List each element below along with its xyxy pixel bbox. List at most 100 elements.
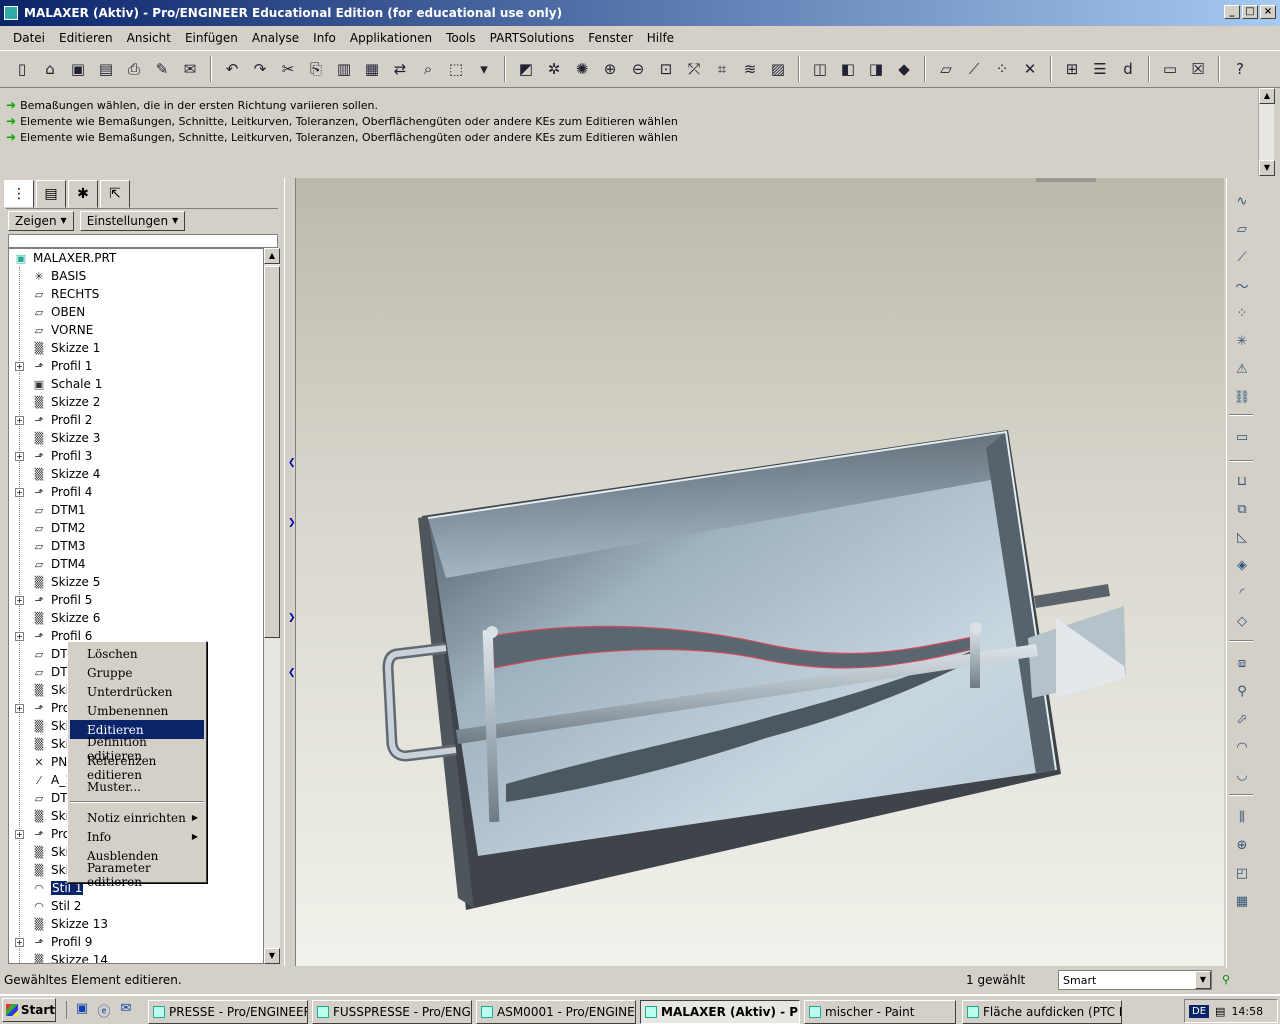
trim-tool-icon[interactable]: ◰ [1231, 862, 1253, 884]
menu-partsolutions[interactable]: PARTSolutions [483, 31, 582, 45]
open-file-icon[interactable]: ⌂ [38, 57, 62, 81]
activate-window-icon[interactable]: ▭ [1158, 57, 1182, 81]
graphics-window[interactable] [296, 178, 1224, 966]
show-dropdown[interactable]: Zeigen ▼ [8, 210, 74, 231]
menu-einfuegen[interactable]: Einfügen [178, 31, 245, 45]
taskbar-button[interactable]: PRESSE - Pro/ENGINEER ... [148, 1000, 308, 1024]
tree-item[interactable]: + ⬏ Profil 2 [9, 411, 263, 429]
chevron-down-icon[interactable]: ▾ [472, 57, 496, 81]
scroll-thumb[interactable] [264, 266, 280, 638]
rib-tool-icon[interactable]: ⚲ [1231, 680, 1253, 702]
tree-item[interactable]: ▒ Skizze 14 [9, 951, 263, 963]
menu-editieren[interactable]: Editieren [52, 31, 120, 45]
tree-item[interactable]: ▒ Skizze 5 [9, 573, 263, 591]
style-tool-icon[interactable]: ◠ [1231, 736, 1253, 758]
save-copy-icon[interactable]: ▤ [94, 57, 118, 81]
redo-icon[interactable]: ↷ [248, 57, 272, 81]
repaint-icon[interactable]: ◩ [514, 57, 538, 81]
expand-icon[interactable]: + [15, 829, 24, 839]
tree-item[interactable]: + ⬏ Profil 4 [9, 483, 263, 501]
regenerate-icon[interactable]: ⇄ [388, 57, 412, 81]
context-menu-item[interactable]: Info ▶ [70, 827, 204, 846]
close-button[interactable]: × [1260, 5, 1276, 19]
message-scrollbar[interactable]: ▲ ▼ [1258, 88, 1275, 176]
tree-item[interactable]: + ⬏ Profil 9 [9, 933, 263, 951]
expand-right-icon[interactable]: ❯ [288, 518, 296, 558]
tree-item[interactable]: ▒ Skizze 6 [9, 609, 263, 627]
zoom-in-icon[interactable]: ⊕ [598, 57, 622, 81]
sketch-tool-icon[interactable]: ∿ [1231, 190, 1253, 212]
datum-axes-icon[interactable]: ⟋ [962, 57, 986, 81]
datum-curve-tool-icon[interactable]: 〜 [1231, 274, 1253, 296]
panel-splitter[interactable]: ❮ ❯ ❯ ❮ [284, 178, 296, 966]
expand-icon[interactable]: + [15, 937, 24, 947]
expand-icon[interactable]: + [15, 415, 24, 425]
menu-analyse[interactable]: Analyse [245, 31, 306, 45]
wireframe-icon[interactable]: ◫ [808, 57, 832, 81]
internet-explorer-icon[interactable]: ⓔ [95, 1001, 113, 1020]
no-hidden-icon[interactable]: ◨ [864, 57, 888, 81]
send-mail-icon[interactable]: ✎ [150, 57, 174, 81]
draft-tool-icon[interactable]: ⬀ [1231, 708, 1253, 730]
taskbar-button[interactable]: FUSSPRESSE - Pro/ENGI... [312, 1000, 472, 1024]
view-manager-icon[interactable]: ▨ [766, 57, 790, 81]
tree-item[interactable]: ▒ Skizze 3 [9, 429, 263, 447]
collapse-left-icon[interactable]: ❮ [288, 668, 296, 708]
datum-point-tool-icon[interactable]: ⁘ [1231, 302, 1253, 324]
extrude-tool-icon[interactable]: ⊔ [1231, 470, 1253, 492]
context-menu-item[interactable]: Löschen [70, 644, 204, 663]
csys-icon[interactable]: ✕ [1018, 57, 1042, 81]
scroll-up-button[interactable]: ▲ [264, 248, 280, 264]
tree-item[interactable]: ▒ Skizze 13 [9, 915, 263, 933]
dimension-icon[interactable]: d [1116, 57, 1140, 81]
taskbar-button[interactable]: ASM0001 - Pro/ENGINEE... [476, 1000, 636, 1024]
refit-icon[interactable]: ⊡ [654, 57, 678, 81]
expand-icon[interactable]: + [15, 595, 24, 605]
tree-item[interactable]: ▣ Schale 1 [9, 375, 263, 393]
datum-plane-tool-icon[interactable]: ▱ [1231, 218, 1253, 240]
tree-root[interactable]: ▣ MALAXER.PRT [9, 249, 263, 267]
taskbar-button[interactable]: MALAXER (Aktiv) - Pr... [640, 1000, 800, 1024]
print-icon[interactable]: ⎙ [122, 57, 146, 81]
paste-special-icon[interactable]: ▦ [360, 57, 384, 81]
tree-item[interactable]: ✳ BASIS [9, 267, 263, 285]
reorient-icon[interactable]: ⤱ [682, 57, 706, 81]
folder-browser-tab-icon[interactable]: ▤ [36, 180, 66, 208]
context-menu-item[interactable]: Parameter editieren [70, 861, 204, 889]
chevron-down-icon[interactable]: ▼ [1195, 971, 1211, 989]
tree-item[interactable]: ▒ Skizze 2 [9, 393, 263, 411]
csys-tool-icon[interactable]: ✳ [1231, 330, 1253, 352]
spin-center-icon[interactable]: ✲ [542, 57, 566, 81]
tree-item[interactable]: ▱ VORNE [9, 321, 263, 339]
scroll-down-button[interactable]: ▼ [264, 948, 280, 964]
saved-views-icon[interactable]: ⌗ [710, 57, 734, 81]
context-menu-item[interactable]: Umbenennen [70, 701, 204, 720]
tree-item[interactable]: ▱ DTM2 [9, 519, 263, 537]
datum-axis-tool-icon[interactable]: ⟋ [1231, 246, 1253, 268]
sweep-tool-icon[interactable]: ◺ [1231, 526, 1253, 548]
tree-scrollbar[interactable]: ▲ ▼ [264, 248, 280, 964]
expand-icon[interactable]: + [15, 487, 24, 497]
taskbar-button[interactable]: Fläche aufdicken (PTC E... [962, 1000, 1122, 1024]
layers-icon[interactable]: ≋ [738, 57, 762, 81]
model-tree-tab-icon[interactable]: ⋮ [4, 180, 34, 208]
scroll-down-button[interactable]: ▼ [1259, 160, 1275, 176]
shading-icon[interactable]: ◆ [892, 57, 916, 81]
expand-icon[interactable]: + [15, 703, 24, 713]
list-icon[interactable]: ☰ [1088, 57, 1112, 81]
tree-item[interactable]: ▱ DTM4 [9, 555, 263, 573]
expand-icon[interactable]: + [15, 631, 24, 641]
tree-item[interactable]: + ⬏ Profil 5 [9, 591, 263, 609]
tree-column-header[interactable] [8, 234, 278, 248]
tree-item[interactable]: ▱ RECHTS [9, 285, 263, 303]
tree-item[interactable]: ▱ DTM3 [9, 537, 263, 555]
tree-item[interactable]: + ⬏ Profil 1 [9, 357, 263, 375]
scroll-up-button[interactable]: ▲ [1259, 88, 1275, 104]
maximize-button[interactable]: □ [1242, 5, 1258, 19]
tree-item[interactable]: ▒ Skizze 1 [9, 339, 263, 357]
favorites-tab-icon[interactable]: ✱ [68, 180, 98, 208]
pattern-tool-icon[interactable]: ▦ [1231, 890, 1253, 912]
menu-datei[interactable]: Datei [6, 31, 52, 45]
start-button[interactable]: Start [2, 998, 56, 1022]
expand-icon[interactable]: + [15, 451, 24, 461]
